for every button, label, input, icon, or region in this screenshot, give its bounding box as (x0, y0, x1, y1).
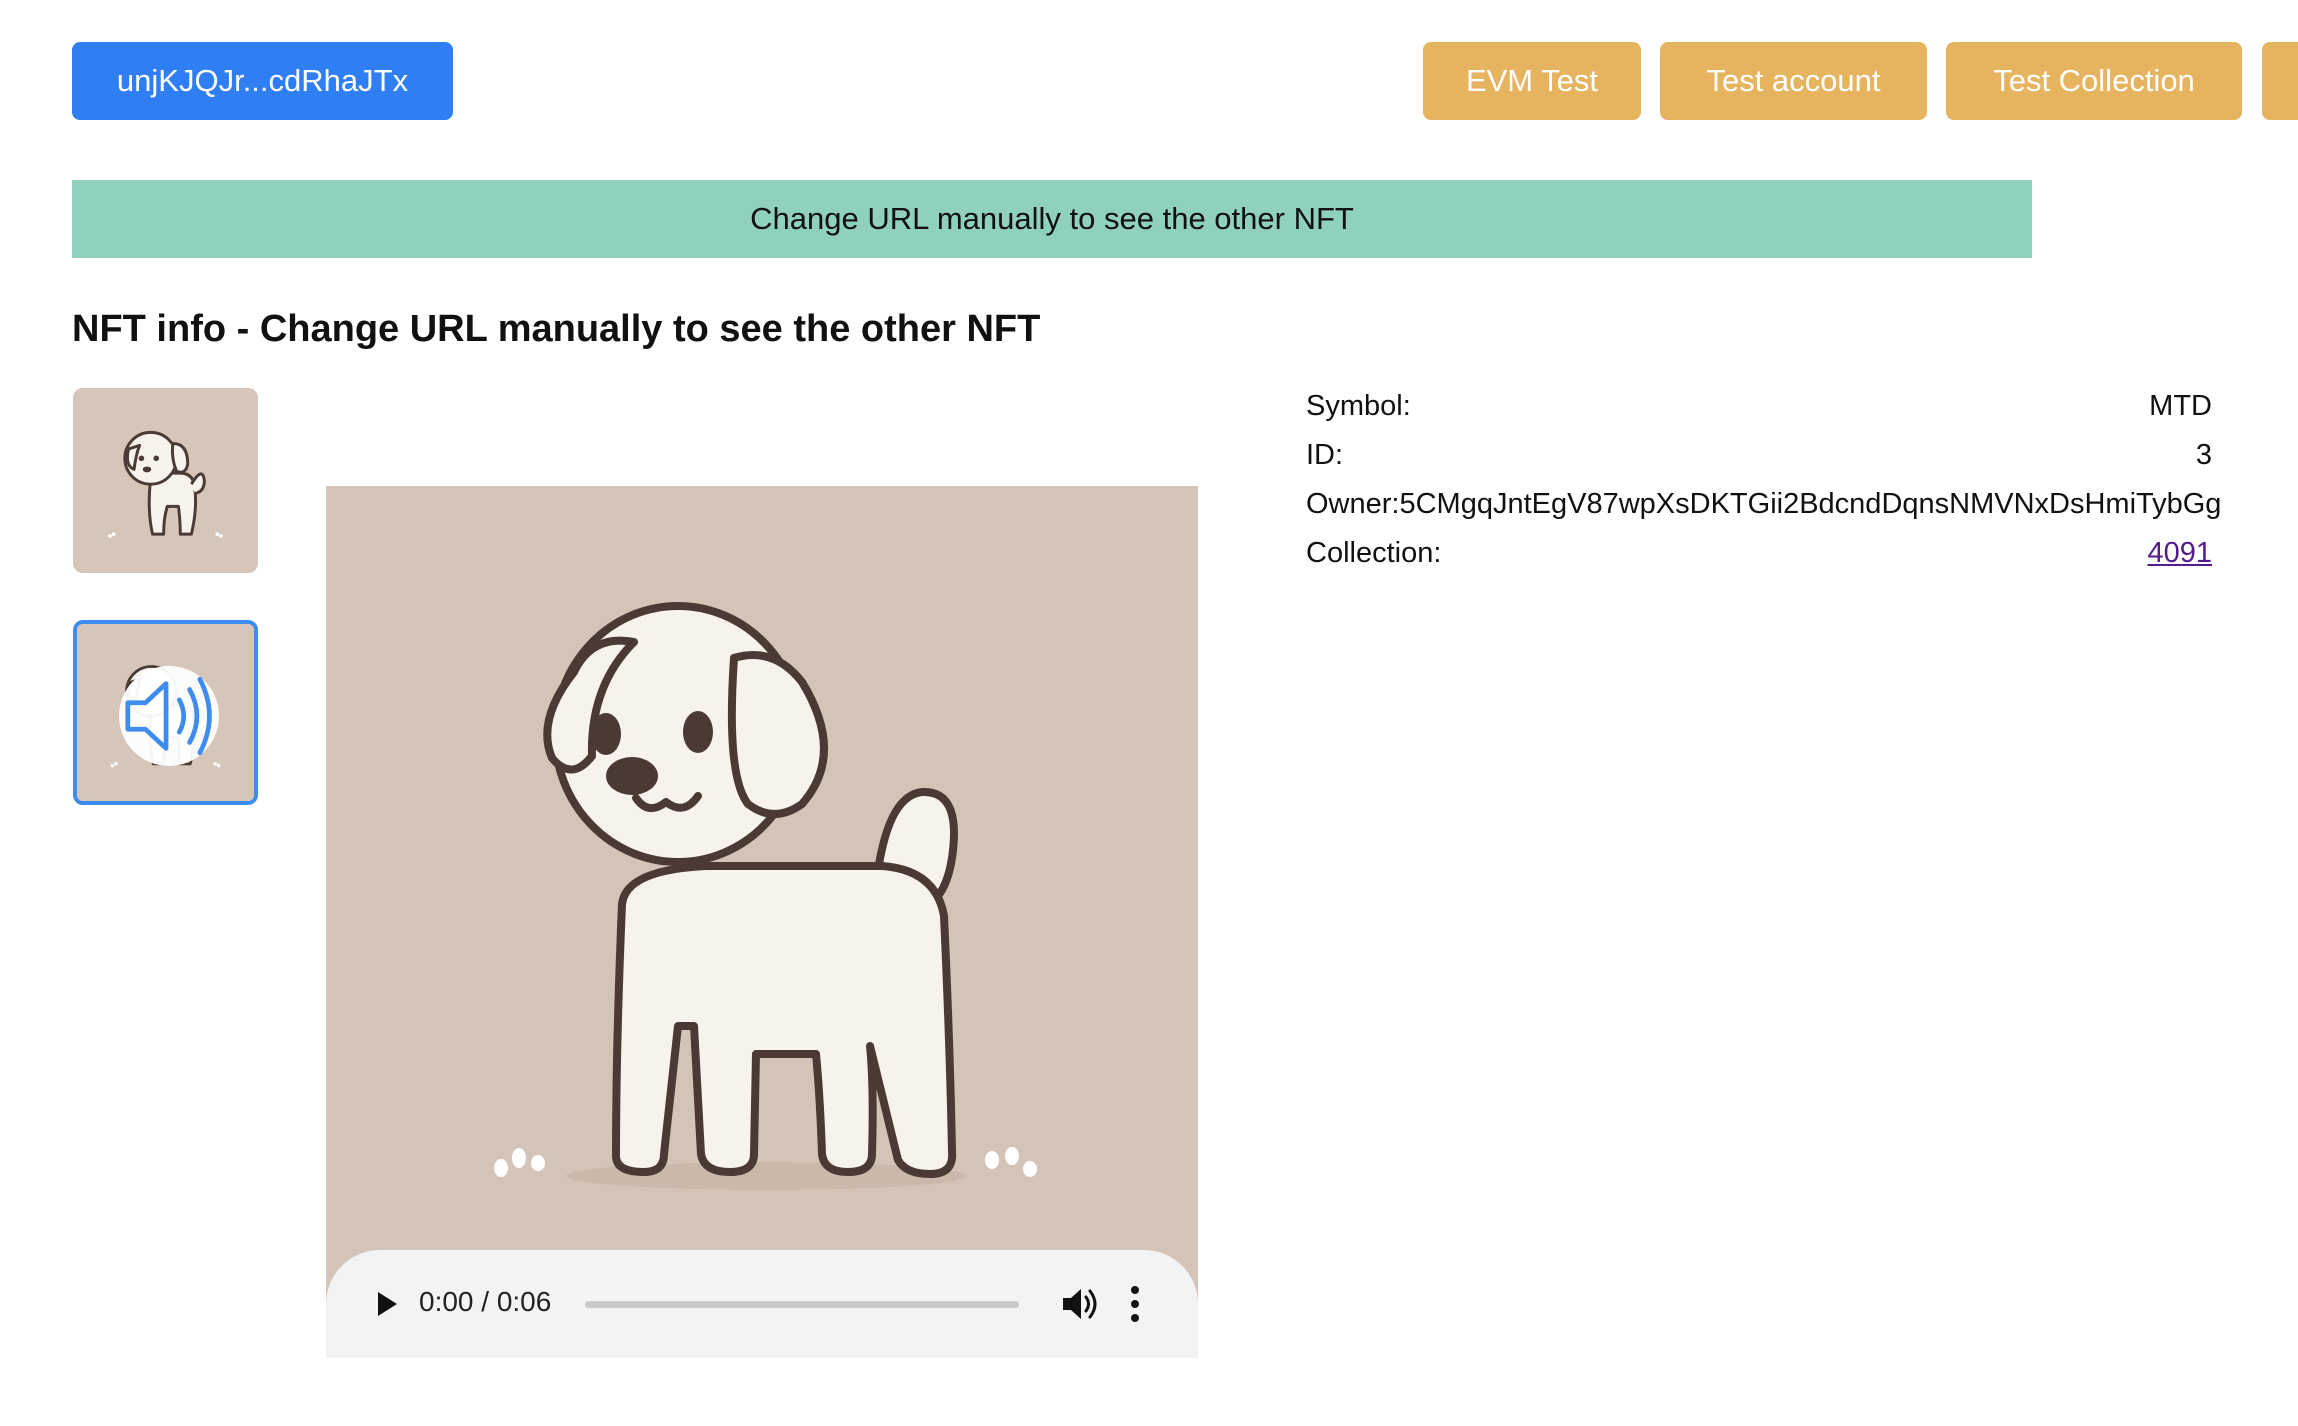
more-options-icon[interactable] (1128, 1284, 1142, 1324)
thumbnail-image[interactable] (73, 388, 258, 573)
collection-link[interactable]: 4091 (2147, 537, 2212, 570)
audio-player[interactable]: 0:00 / 0:06 (326, 1250, 1198, 1358)
dog-image (326, 486, 1198, 1358)
nft-info-panel: Symbol: MTD ID: 3 Owner: 5CMgqJntEgV87wp… (1306, 382, 2221, 578)
symbol-value: MTD (2149, 390, 2212, 422)
speaker-icon (125, 676, 212, 756)
evm-test-button[interactable]: EVM Test (1423, 42, 1641, 120)
info-row-symbol: Symbol: MTD (1306, 382, 2212, 431)
test-account-button[interactable]: Test account (1660, 42, 1927, 120)
symbol-label: Symbol: (1306, 390, 1411, 422)
id-label: ID: (1306, 439, 1344, 471)
play-icon[interactable] (370, 1288, 402, 1320)
thumbnail-audio[interactable] (73, 620, 258, 805)
test-collection-button[interactable]: Test Collection (1946, 42, 2242, 120)
page-title: NFT info - Change URL manually to see th… (72, 308, 1041, 350)
info-banner: Change URL manually to see the other NFT (72, 180, 2032, 258)
info-row-id: ID: 3 (1306, 431, 2212, 480)
info-row-owner: Owner: 5CMgqJntEgV87wpXsDKTGii2BdcndDqns… (1306, 480, 2221, 529)
dog-thumbnail-icon (73, 388, 258, 573)
id-value: 3 (2195, 439, 2212, 471)
main-media-viewer: 0:00 / 0:06 (326, 486, 1198, 1358)
owner-label: Owner: (1306, 488, 1400, 520)
account-button[interactable]: unjKJQJr...cdRhaJTx (72, 42, 453, 120)
info-row-collection: Collection: 4091 (1306, 529, 2212, 578)
nav-button-overflow[interactable] (2262, 42, 2298, 120)
volume-icon[interactable] (1060, 1286, 1100, 1322)
collection-label: Collection: (1306, 537, 1442, 569)
audio-progress-bar[interactable] (585, 1301, 1019, 1308)
owner-value: 5CMgqJntEgV87wpXsDKTGii2BdcndDqnsNMVNxDs… (1399, 488, 2222, 520)
audio-badge (119, 666, 219, 766)
audio-time: 0:00 / 0:06 (419, 1286, 552, 1317)
